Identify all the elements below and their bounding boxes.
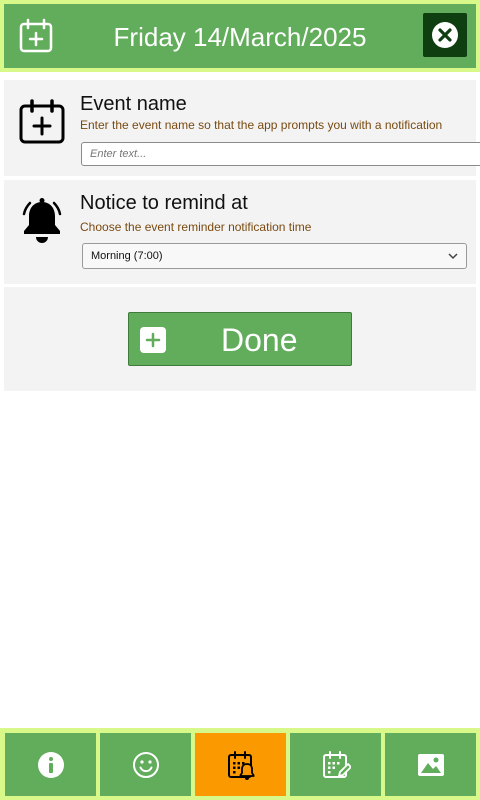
reminder-time-select[interactable]: Morning (7:00) xyxy=(82,243,467,269)
event-name-card: Event name Enter the event name so that … xyxy=(4,80,480,176)
bell-icon xyxy=(22,198,62,243)
tab-mood[interactable] xyxy=(100,733,191,796)
page-title: Friday 14/March/2025 xyxy=(113,22,367,52)
bottom-tab-bar xyxy=(0,728,480,800)
tab-info[interactable] xyxy=(5,733,96,796)
done-button-label: Done xyxy=(221,322,298,358)
event-name-description: Enter the event name so that the app pro… xyxy=(80,118,443,132)
reminder-time-description: Choose the event reminder notification t… xyxy=(80,220,312,234)
top-header-bar: Friday 14/March/2025 xyxy=(0,0,480,72)
chevron-down-icon xyxy=(448,253,458,260)
header-panel: Friday 14/March/2025 xyxy=(4,4,476,68)
reminder-time-title: Notice to remind at xyxy=(80,192,248,214)
tab-notes[interactable] xyxy=(290,733,381,796)
tab-gallery[interactable] xyxy=(385,733,476,796)
plus-icon xyxy=(140,327,166,353)
calendar-edit-icon xyxy=(322,750,351,778)
calendar-plus-icon xyxy=(19,18,53,53)
done-card: Done xyxy=(4,287,476,391)
calendar-plus-icon xyxy=(19,99,65,144)
reminder-time-card: Notice to remind at Choose the event rem… xyxy=(4,180,476,284)
calendar-bell-icon xyxy=(227,750,254,780)
close-icon xyxy=(432,22,458,48)
image-icon xyxy=(417,753,444,776)
tab-events[interactable] xyxy=(195,733,286,796)
event-name-input[interactable] xyxy=(81,142,480,166)
smiley-icon xyxy=(132,751,159,778)
reminder-time-selected-value: Morning (7:00) xyxy=(91,250,163,262)
info-icon xyxy=(37,751,64,778)
event-name-title: Event name xyxy=(80,93,187,115)
close-button[interactable] xyxy=(423,13,467,57)
done-button[interactable]: Done xyxy=(128,312,352,366)
